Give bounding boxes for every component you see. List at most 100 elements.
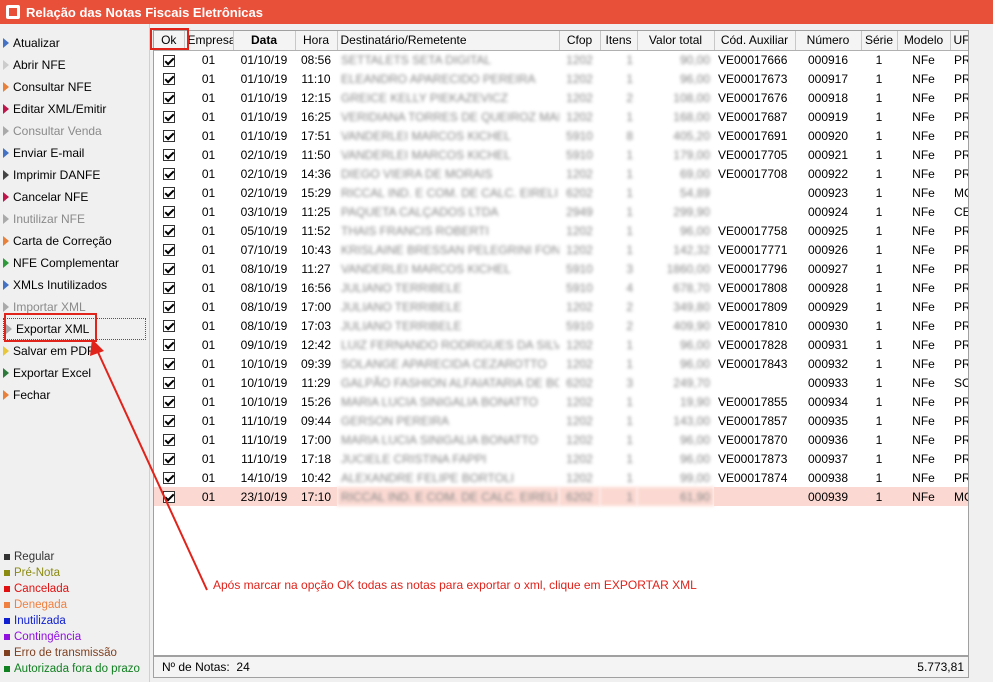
ok-checkbox[interactable]	[163, 396, 175, 409]
table-row[interactable]: 01 08/10/19 16:56 JULIANO TERRIBELE 5910 4 678…	[154, 278, 968, 297]
menu-item-exportar-excel[interactable]: Exportar Excel	[0, 362, 149, 384]
ok-checkbox[interactable]	[163, 339, 175, 352]
cell-valor: 179,00	[673, 147, 710, 162]
ok-checkbox[interactable]	[163, 415, 175, 428]
table-row[interactable]: 01 08/10/19 17:00 JULIANO TERRIBELE 1202 2 349…	[154, 297, 968, 316]
ok-checkbox[interactable]	[163, 73, 175, 86]
ok-checkbox[interactable]	[163, 320, 175, 333]
menu-item-editar-xml-emitir[interactable]: Editar XML/Emitir	[0, 98, 149, 120]
table-row[interactable]: 01 14/10/19 10:42 ALEXANDRE FELIPE BORTOLI 1…	[154, 468, 968, 487]
ok-checkbox[interactable]	[163, 149, 175, 162]
table-row[interactable]: 01 23/10/19 17:10 RICCAL IND. E COM. DE CAL…	[154, 487, 968, 506]
menu-item-abrir-nfe[interactable]: Abrir NFE	[0, 54, 149, 76]
menu-item-consultar-nfe[interactable]: Consultar NFE	[0, 76, 149, 98]
arrow-icon	[3, 192, 9, 202]
ok-checkbox[interactable]	[163, 244, 175, 257]
column-header-ok[interactable]: Ok	[154, 31, 185, 51]
table-row[interactable]: 01 01/10/19 08:56 SETTALETS SETA DIGITAL 120…	[154, 50, 968, 69]
ok-checkbox[interactable]	[163, 434, 175, 447]
menu-item-inutilizar-nfe[interactable]: Inutilizar NFE	[0, 208, 149, 230]
column-header-cfop[interactable]: Cfop	[559, 31, 601, 51]
ok-checkbox[interactable]	[163, 358, 175, 371]
table-row[interactable]: 01 01/10/19 12:15 GREICE KELLY PIEKAZEVICZ 1…	[154, 88, 968, 107]
cell-itens: 1	[600, 487, 637, 506]
table-row[interactable]: 01 10/10/19 15:26 MARIA LUCIA SINIGALIA BON…	[154, 392, 968, 411]
menu-item-label: XMLs Inutilizados	[13, 278, 108, 292]
table-row[interactable]: 01 10/10/19 09:39 SOLANGE APARECIDA CEZAROT…	[154, 354, 968, 373]
ok-checkbox[interactable]	[163, 54, 175, 67]
ok-checkbox[interactable]	[163, 111, 175, 124]
ok-checkbox[interactable]	[163, 301, 175, 314]
notes-grid[interactable]: Ok Empresa Data Hora Destinatário/Remetente C…	[153, 30, 969, 656]
ok-checkbox[interactable]	[163, 206, 175, 219]
column-header-data[interactable]: Data	[233, 31, 296, 51]
ok-checkbox[interactable]	[163, 263, 175, 276]
ok-checkbox[interactable]	[163, 225, 175, 238]
ok-checkbox[interactable]	[163, 472, 175, 485]
table-row[interactable]: 01 09/10/19 12:42 LUIZ FERNANDO RODRIGUES D…	[154, 335, 968, 354]
ok-checkbox[interactable]	[163, 282, 175, 295]
cell-data: 10/10/19	[240, 375, 288, 390]
column-header-serie[interactable]: Série	[861, 31, 898, 51]
cell-hora: 17:00	[300, 299, 332, 314]
ok-checkbox[interactable]	[163, 92, 175, 105]
column-header-itens[interactable]: Itens	[600, 31, 638, 51]
cell-data: 14/10/19	[240, 470, 288, 485]
legend-label: Erro de transmissão	[14, 647, 117, 659]
column-header-modelo[interactable]: Modelo	[897, 31, 951, 51]
cell-modelo: NFe	[912, 375, 935, 390]
menu-item-nfe-complementar[interactable]: NFE Complementar	[0, 252, 149, 274]
menu-item-salvar-em-pdf[interactable]: Salvar em PDF	[0, 340, 149, 362]
ok-checkbox[interactable]	[163, 130, 175, 143]
table-row[interactable]: 01 05/10/19 11:52 THAIS FRANCIS ROBERTI 1202…	[154, 221, 968, 240]
ok-checkbox[interactable]	[163, 168, 175, 181]
table-row[interactable]: 01 08/10/19 11:27 VANDERLEI MARCOS KICHEL 59…	[154, 259, 968, 278]
legend-item-pre-nota: Pré-Nota	[4, 565, 140, 581]
cell-data: 05/10/19	[240, 223, 288, 238]
menu-item-cancelar-nfe[interactable]: Cancelar NFE	[0, 186, 149, 208]
cell-valor: 90,00	[679, 52, 710, 67]
table-row[interactable]: 01 11/10/19 17:18 JUCIELE CRISTINA FAPPI 120…	[154, 449, 968, 468]
table-row[interactable]: 01 10/10/19 11:29 GALPÃO FASHION ALFAIATARI…	[154, 373, 968, 392]
menu-item-consultar-venda[interactable]: Consultar Venda	[0, 120, 149, 142]
table-row[interactable]: 01 02/10/19 15:29 RICCAL IND. E COM. DE CAL…	[154, 183, 968, 202]
column-header-destinatario-remetente[interactable]: Destinatário/Remetente	[337, 31, 560, 51]
cell-itens: 1	[626, 52, 633, 67]
table-row[interactable]: 01 11/10/19 17:00 MARIA LUCIA SINIGALIA BON…	[154, 430, 968, 449]
column-header-cod-auxiliar[interactable]: Cód. Auxiliar	[714, 31, 796, 51]
column-header-uf[interactable]: UF	[950, 31, 968, 51]
table-row[interactable]: 01 02/10/19 14:36 DIEGO VIEIRA DE MORAIS 120…	[154, 164, 968, 183]
ok-checkbox[interactable]	[163, 453, 175, 466]
ok-cell	[154, 278, 184, 297]
ok-checkbox[interactable]	[163, 187, 175, 200]
ok-checkbox[interactable]	[163, 377, 175, 390]
menu-item-importar-xml[interactable]: Importar XML	[0, 296, 149, 318]
table-row[interactable]: 01 01/10/19 17:51 VANDERLEI MARCOS KICHEL 59…	[154, 126, 968, 145]
table-row[interactable]: 01 01/10/19 16:25 VERIDIANA TORRES DE QUEIR…	[154, 107, 968, 126]
cell-valor: 96,00	[679, 71, 710, 86]
menu-item-fechar[interactable]: Fechar	[0, 384, 149, 406]
table-row[interactable]: 01 02/10/19 11:50 VANDERLEI MARCOS KICHEL 59…	[154, 145, 968, 164]
menu-item-carta-de-correcao[interactable]: Carta de Correção	[0, 230, 149, 252]
table-row[interactable]: 01 08/10/19 17:03 JULIANO TERRIBELE 5910 2 409…	[154, 316, 968, 335]
cell-data: 11/10/19	[241, 413, 287, 428]
menu-item-imprimir-danfe[interactable]: Imprimir DANFE	[0, 164, 149, 186]
table-row[interactable]: 01 07/10/19 10:43 KRISLAINE BRESSAN PELEGRI…	[154, 240, 968, 259]
cell-data: 08/10/19	[240, 261, 288, 276]
cell-hora: 14:36	[300, 166, 332, 181]
menu-item-enviar-e-mail[interactable]: Enviar E-mail	[0, 142, 149, 164]
ok-checkbox[interactable]	[163, 491, 175, 504]
table-row[interactable]: 01 11/10/19 09:44 GERSON PEREIRA 1202 1 143,00…	[154, 411, 968, 430]
column-header-empresa[interactable]: Empresa	[184, 31, 234, 51]
column-header-numero[interactable]: Número	[795, 31, 862, 51]
table-row[interactable]: 01 03/10/19 11:25 PAQUETA CALÇADOS LTDA 2949…	[154, 202, 968, 221]
legend-label: Denegada	[14, 599, 68, 611]
column-header-hora[interactable]: Hora	[295, 31, 338, 51]
menu-item-atualizar[interactable]: Atualizar	[0, 32, 149, 54]
cell-modelo: NFe	[912, 299, 935, 314]
menu-item-label: Fechar	[13, 388, 51, 402]
menu-item-exportar-xml[interactable]: Exportar XML	[3, 318, 146, 340]
table-row[interactable]: 01 01/10/19 11:10 ELEANDRO APARECIDO PEREIR…	[154, 69, 968, 88]
menu-item-xmls-inutilizados[interactable]: XMLs Inutilizados	[0, 274, 149, 296]
column-header-valor-total[interactable]: Valor total	[637, 31, 715, 51]
